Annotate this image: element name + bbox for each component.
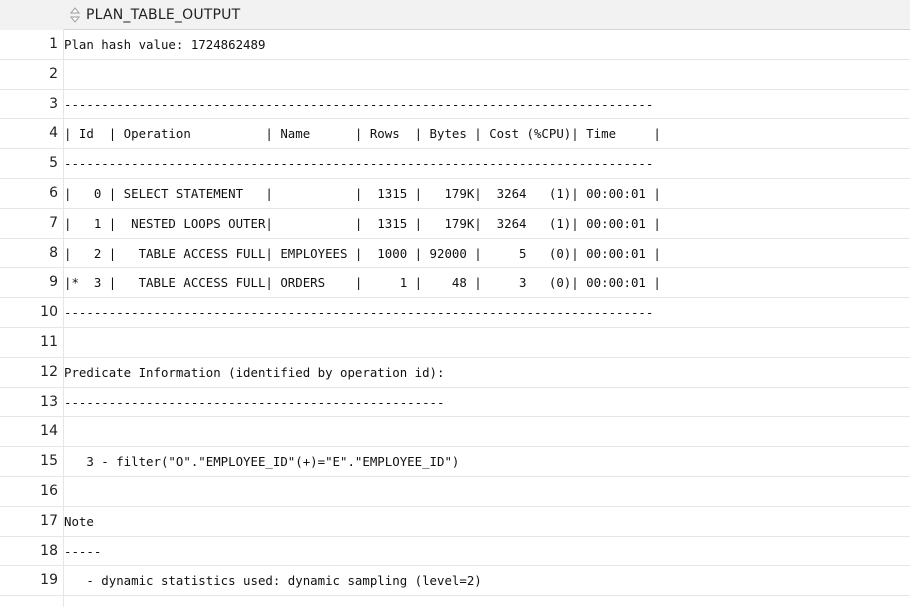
plan-output-cell[interactable]: | Id | Operation | Name | Rows | Bytes |…: [64, 119, 910, 148]
row-number: 7: [0, 208, 60, 238]
table-row[interactable]: 5 --------------------------------------…: [0, 149, 910, 179]
row-number: 16: [0, 476, 60, 506]
table-row[interactable]: 13 -------------------------------------…: [0, 387, 910, 418]
table-row[interactable]: 17 Note: [0, 506, 910, 537]
plan-output-cell[interactable]: [64, 60, 910, 89]
row-number: 3: [0, 89, 60, 119]
column-header-plan-table-output[interactable]: PLAN_TABLE_OUTPUT: [64, 0, 910, 30]
table-row[interactable]: 10 -------------------------------------…: [0, 298, 910, 328]
table-row[interactable]: 9 |* 3 | TABLE ACCESS FULL| ORDERS | 1 |…: [0, 268, 910, 299]
row-number: 2: [0, 59, 60, 89]
table-row[interactable]: 12 Predicate Information (identified by …: [0, 357, 910, 388]
column-title: PLAN_TABLE_OUTPUT: [86, 7, 241, 23]
plan-output-cell[interactable]: Predicate Information (identified by ope…: [64, 358, 910, 387]
plan-output-cell[interactable]: [64, 328, 910, 357]
plan-output-cell[interactable]: Plan hash value: 1724862489: [64, 30, 910, 59]
table-row[interactable]: 4 | Id | Operation | Name | Rows | Bytes…: [0, 119, 910, 150]
table-row[interactable]: 6 | 0 | SELECT STATEMENT | | 1315 | 179K…: [0, 178, 910, 209]
row-number: 19: [0, 566, 60, 596]
plan-output-cell[interactable]: - dynamic statistics used: dynamic sampl…: [64, 566, 910, 595]
plan-output-cell[interactable]: [64, 417, 910, 446]
row-number: 15: [0, 447, 60, 476]
table-row[interactable]: 18 -----: [0, 536, 910, 567]
row-number: 5: [0, 149, 60, 178]
plan-output-cell[interactable]: 3 - filter("O"."EMPLOYEE_ID"(+)="E"."EMP…: [64, 447, 910, 476]
row-number: 10: [0, 298, 60, 327]
row-number: 4: [0, 119, 60, 149]
table-row[interactable]: 19 - dynamic statistics used: dynamic sa…: [0, 566, 910, 597]
table-row[interactable]: 8 | 2 | TABLE ACCESS FULL| EMPLOYEES | 1…: [0, 238, 910, 269]
row-number: 18: [0, 536, 60, 566]
sort-icon[interactable]: [68, 7, 82, 23]
row-number: 9: [0, 268, 60, 298]
row-number: 17: [0, 506, 60, 536]
plan-output-cell[interactable]: ----------------------------------------…: [64, 90, 910, 119]
row-number: 1: [0, 30, 60, 59]
table-row[interactable]: 14: [0, 417, 910, 448]
plan-output-cell[interactable]: ----------------------------------------…: [64, 149, 910, 178]
table-row[interactable]: 7 | 1 | NESTED LOOPS OUTER| | 1315 | 179…: [0, 208, 910, 239]
table-row[interactable]: 1 Plan hash value: 1724862489: [0, 30, 910, 60]
row-number: 6: [0, 178, 60, 208]
table-row[interactable]: 15 3 - filter("O"."EMPLOYEE_ID"(+)="E"."…: [0, 447, 910, 477]
row-number: 8: [0, 238, 60, 268]
plan-output-cell[interactable]: |* 3 | TABLE ACCESS FULL| ORDERS | 1 | 4…: [64, 268, 910, 297]
row-number: 12: [0, 357, 60, 387]
plan-output-cell[interactable]: | 1 | NESTED LOOPS OUTER| | 1315 | 179K|…: [64, 209, 910, 238]
grid-rows: 1 Plan hash value: 1724862489 2 3 ------…: [0, 30, 910, 597]
grid-header: PLAN_TABLE_OUTPUT: [0, 0, 910, 30]
plan-output-cell[interactable]: [64, 477, 910, 506]
plan-output-cell[interactable]: | 2 | TABLE ACCESS FULL| EMPLOYEES | 100…: [64, 239, 910, 268]
table-row[interactable]: 2: [0, 59, 910, 90]
row-number: 11: [0, 327, 60, 357]
table-row[interactable]: 11: [0, 327, 910, 358]
row-number: 13: [0, 387, 60, 417]
table-row[interactable]: 3 --------------------------------------…: [0, 89, 910, 120]
plan-output-cell[interactable]: -----: [64, 537, 910, 566]
plan-output-cell[interactable]: ----------------------------------------…: [64, 298, 910, 327]
table-row[interactable]: 16: [0, 476, 910, 507]
query-result-grid: PLAN_TABLE_OUTPUT 1 Plan hash value: 172…: [0, 0, 910, 607]
plan-output-cell[interactable]: ----------------------------------------…: [64, 388, 910, 417]
row-header-corner: [0, 0, 64, 30]
row-number: 14: [0, 417, 60, 447]
plan-output-cell[interactable]: Note: [64, 507, 910, 536]
plan-output-cell[interactable]: | 0 | SELECT STATEMENT | | 1315 | 179K| …: [64, 179, 910, 208]
